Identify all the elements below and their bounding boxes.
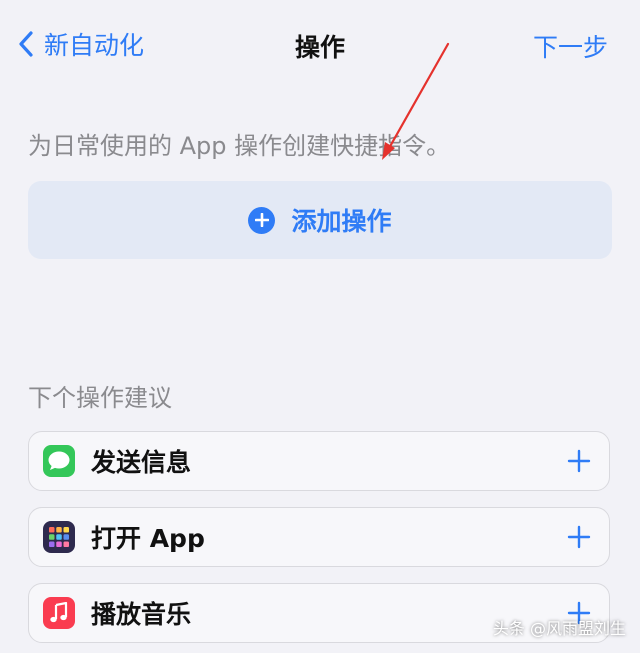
description-text: 为日常使用的 App 操作创建快捷指令。 bbox=[28, 132, 451, 160]
suggestion-send-message[interactable]: 发送信息 bbox=[28, 431, 610, 491]
suggestion-label: 打开 App bbox=[91, 524, 205, 553]
suggestion-label: 发送信息 bbox=[91, 448, 192, 477]
add-icon[interactable] bbox=[559, 441, 599, 481]
navigation-bar: 新自动化 操作 下一步 bbox=[0, 0, 640, 90]
music-icon bbox=[43, 597, 75, 629]
next-button[interactable]: 下一步 bbox=[533, 28, 608, 64]
suggestion-label: 播放音乐 bbox=[91, 600, 192, 629]
add-icon[interactable] bbox=[559, 517, 599, 557]
suggestions-header: 下个操作建议 bbox=[28, 384, 172, 412]
plus-circle-icon bbox=[248, 206, 276, 234]
add-action-button[interactable]: 添加操作 bbox=[28, 181, 612, 259]
watermark: 头条 @风雨盟刘生 bbox=[492, 619, 626, 638]
suggestion-open-app[interactable]: 打开 App bbox=[28, 507, 610, 567]
add-action-label: 添加操作 bbox=[291, 207, 392, 236]
open-app-icon bbox=[43, 521, 75, 553]
messages-icon bbox=[43, 445, 75, 477]
